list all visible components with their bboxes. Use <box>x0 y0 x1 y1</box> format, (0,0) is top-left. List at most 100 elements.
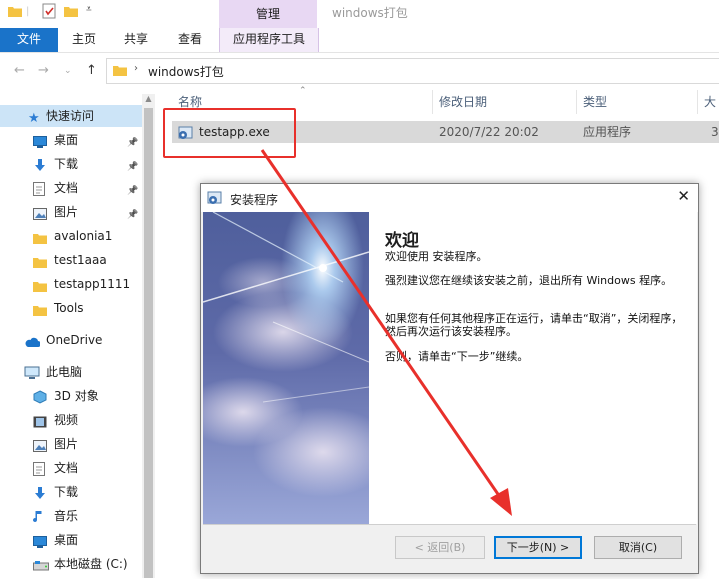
sidebar-item-label: 图片 <box>54 205 79 219</box>
pin-icon[interactable]: 📌 <box>127 156 138 178</box>
document-icon <box>33 461 47 476</box>
sidebar-item-label: 视频 <box>54 413 79 427</box>
desktop-icon <box>33 133 47 148</box>
pictures-icon <box>33 437 47 452</box>
sidebar-item-label: 下载 <box>54 485 79 499</box>
dialog-title: 安装程序 <box>230 193 279 207</box>
sidebar-item-label: 本地磁盘 (C:) <box>54 557 128 571</box>
sidebar-item[interactable]: testapp1111 <box>0 273 142 295</box>
title-bar: | ⩡ 管理 windows打包 <box>0 0 719 28</box>
sidebar-item[interactable]: 音乐 <box>0 505 142 527</box>
next-button[interactable]: 下一步(N) > <box>494 536 582 559</box>
sidebar-scroll-thumb[interactable] <box>144 108 153 578</box>
tab-home[interactable]: 主页 <box>64 28 104 52</box>
pin-icon[interactable]: 📌 <box>127 180 138 202</box>
folder-icon <box>33 229 47 244</box>
chevron-right-icon[interactable]: › <box>134 63 138 74</box>
sidebar-item[interactable]: 文档 📌 <box>0 177 142 199</box>
navigation-pane: ★ 快速访问 桌面 📌 下载 📌 文档 📌 图片 📌 avalonia1 test1aaa test… <box>0 94 155 578</box>
sidebar-item[interactable]: avalonia1 <box>0 225 142 247</box>
sidebar-item[interactable]: 桌面 <box>0 529 142 551</box>
customize-toolbar-icon[interactable]: ⩡ <box>86 4 100 16</box>
sidebar-item-quick-access[interactable]: ★ 快速访问 <box>0 105 142 127</box>
pin-icon[interactable]: 📌 <box>127 132 138 154</box>
properties-icon[interactable] <box>42 3 56 19</box>
column-header-type[interactable]: 类型 <box>583 90 607 114</box>
address-bar[interactable]: › windows打包 <box>106 58 719 84</box>
sidebar-item[interactable]: Tools <box>0 297 142 319</box>
sidebar-item-label: 下载 <box>54 157 79 171</box>
sidebar-item-label: testapp1111 <box>54 277 131 291</box>
computer-icon <box>24 365 40 379</box>
folder-icon <box>33 277 47 292</box>
column-divider[interactable] <box>432 90 433 114</box>
file-size: 3 <box>711 125 719 139</box>
setup-dialog: 安装程序 ✕ 欢迎 欢迎使用 安装程序。 强烈建议您在继续该安装之前，退出所有 … <box>200 183 699 574</box>
sidebar-item[interactable]: 图片 📌 <box>0 201 142 223</box>
sidebar-item[interactable]: 文档 <box>0 457 142 479</box>
manage-context-tab[interactable]: 管理 <box>219 0 317 28</box>
sidebar-item-label: 图片 <box>54 437 79 451</box>
folder-icon <box>33 253 47 268</box>
folder-icon[interactable] <box>8 5 22 17</box>
sidebar-item-label: 3D 对象 <box>54 389 99 403</box>
tab-share[interactable]: 共享 <box>116 28 156 52</box>
column-divider[interactable] <box>697 90 698 114</box>
recent-locations-icon[interactable]: ⌄ <box>64 66 72 76</box>
folder-icon <box>33 301 47 316</box>
new-folder-icon[interactable] <box>64 5 78 17</box>
3d-objects-icon <box>33 389 47 404</box>
forward-arrow-icon[interactable]: → <box>38 63 49 78</box>
sidebar-item[interactable]: 桌面 📌 <box>0 129 142 151</box>
sidebar-item[interactable]: 本地磁盘 (C:) <box>0 553 142 575</box>
sidebar-item[interactable]: test1aaa <box>0 249 142 271</box>
cancel-instructions-text: 如果您有任何其他程序正在运行，请单击“取消”，关闭程序，然后再次运行该安装程序。 <box>385 312 683 338</box>
video-icon <box>33 413 47 428</box>
installer-icon <box>207 190 223 209</box>
back-button[interactable]: < 返回(B) <box>395 536 485 559</box>
sidebar-item-label: Tools <box>54 301 84 315</box>
cloud-icon <box>24 333 41 347</box>
desktop-icon <box>33 533 47 548</box>
ribbon-tabs: 文件 主页 共享 查看 应用程序工具 <box>0 28 719 53</box>
sidebar-item-label: 桌面 <box>54 533 79 547</box>
sidebar-item[interactable]: 下载 <box>0 481 142 503</box>
sidebar-item-onedrive[interactable]: OneDrive <box>0 329 142 351</box>
file-modified: 2020/7/22 20:02 <box>439 125 539 139</box>
sidebar-item-this-pc[interactable]: 此电脑 <box>0 361 142 383</box>
sidebar-item[interactable]: 视频 <box>0 409 142 431</box>
sort-ascending-icon: ⌃ <box>299 86 307 96</box>
tab-view[interactable]: 查看 <box>170 28 210 52</box>
pin-icon[interactable]: 📌 <box>127 204 138 226</box>
up-arrow-icon[interactable]: ↑ <box>86 63 97 78</box>
column-header-modified[interactable]: 修改日期 <box>439 90 487 114</box>
cancel-button[interactable]: 取消(C) <box>594 536 682 559</box>
star-icon: ★ <box>28 111 40 126</box>
file-type: 应用程序 <box>583 125 632 139</box>
tab-app-tools[interactable]: 应用程序工具 <box>219 28 319 52</box>
exit-programs-text: 强烈建议您在继续该安装之前，退出所有 Windows 程序。 <box>385 274 673 287</box>
sidebar-item[interactable]: 下载 📌 <box>0 153 142 175</box>
folder-icon <box>113 64 127 79</box>
window-title: windows打包 <box>332 6 408 20</box>
music-icon <box>33 509 47 523</box>
back-arrow-icon[interactable]: ← <box>14 63 25 78</box>
sidebar-item[interactable]: 3D 对象 <box>0 385 142 407</box>
sidebar-item-label: 文档 <box>54 461 79 475</box>
scroll-up-icon[interactable]: ▲ <box>142 94 155 106</box>
separator-icon: | <box>26 6 30 17</box>
welcome-line: 欢迎使用 安装程序。 <box>385 250 488 263</box>
dialog-title-bar[interactable]: 安装程序 ✕ <box>201 184 698 212</box>
column-header-size[interactable]: 大小 <box>704 90 719 114</box>
sidebar-item-label: 音乐 <box>54 509 79 523</box>
address-path[interactable]: windows打包 <box>148 63 224 80</box>
dialog-content: 欢迎 欢迎使用 安装程序。 强烈建议您在继续该安装之前，退出所有 Windows… <box>369 212 697 524</box>
sidebar-item-label: 文档 <box>54 181 79 195</box>
column-divider[interactable] <box>576 90 577 114</box>
sidebar-item[interactable]: 图片 <box>0 433 142 455</box>
tab-file[interactable]: 文件 <box>0 28 58 52</box>
dialog-divider <box>203 524 696 525</box>
pictures-icon <box>33 205 47 220</box>
close-icon[interactable]: ✕ <box>677 187 690 205</box>
annotation-highlight-box <box>163 108 296 158</box>
